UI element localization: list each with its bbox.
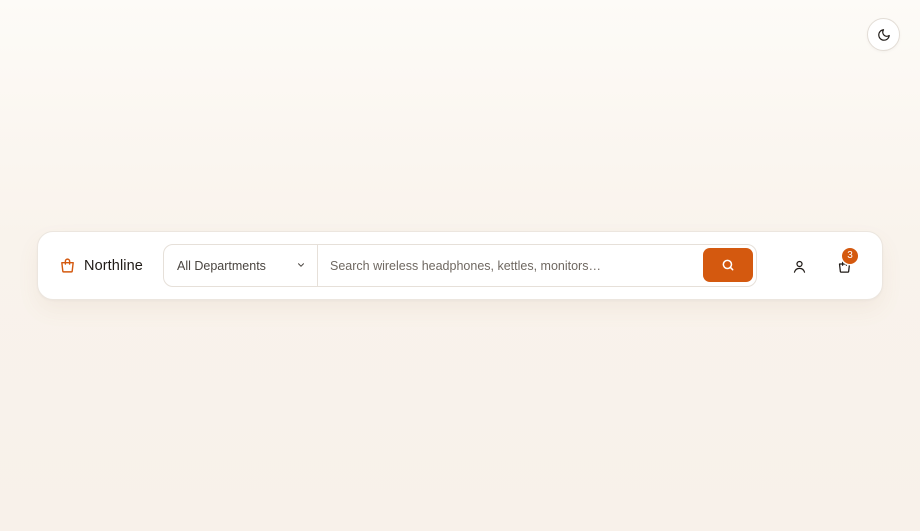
- search-button[interactable]: [703, 248, 753, 282]
- chevron-down-icon: [298, 263, 304, 267]
- account-button[interactable]: [783, 250, 815, 282]
- cart-button[interactable]: 3: [828, 248, 860, 282]
- department-select-value: All Departments: [177, 258, 266, 273]
- user-icon: [793, 260, 805, 273]
- search-icon: [722, 259, 734, 271]
- brand-name: Northline: [84, 257, 143, 274]
- brand-logo-link[interactable]: Northline: [59, 232, 143, 299]
- theme-toggle-button[interactable]: [867, 18, 900, 51]
- cart-count-badge: 3: [842, 248, 858, 264]
- shopping-bag-icon: [61, 258, 74, 273]
- department-select[interactable]: All Departments: [164, 245, 318, 286]
- search-bar: All Departments: [163, 244, 757, 287]
- moon-icon: [877, 28, 890, 41]
- search-input[interactable]: [330, 245, 700, 286]
- header-bar: Northline All Departments 3: [37, 231, 883, 300]
